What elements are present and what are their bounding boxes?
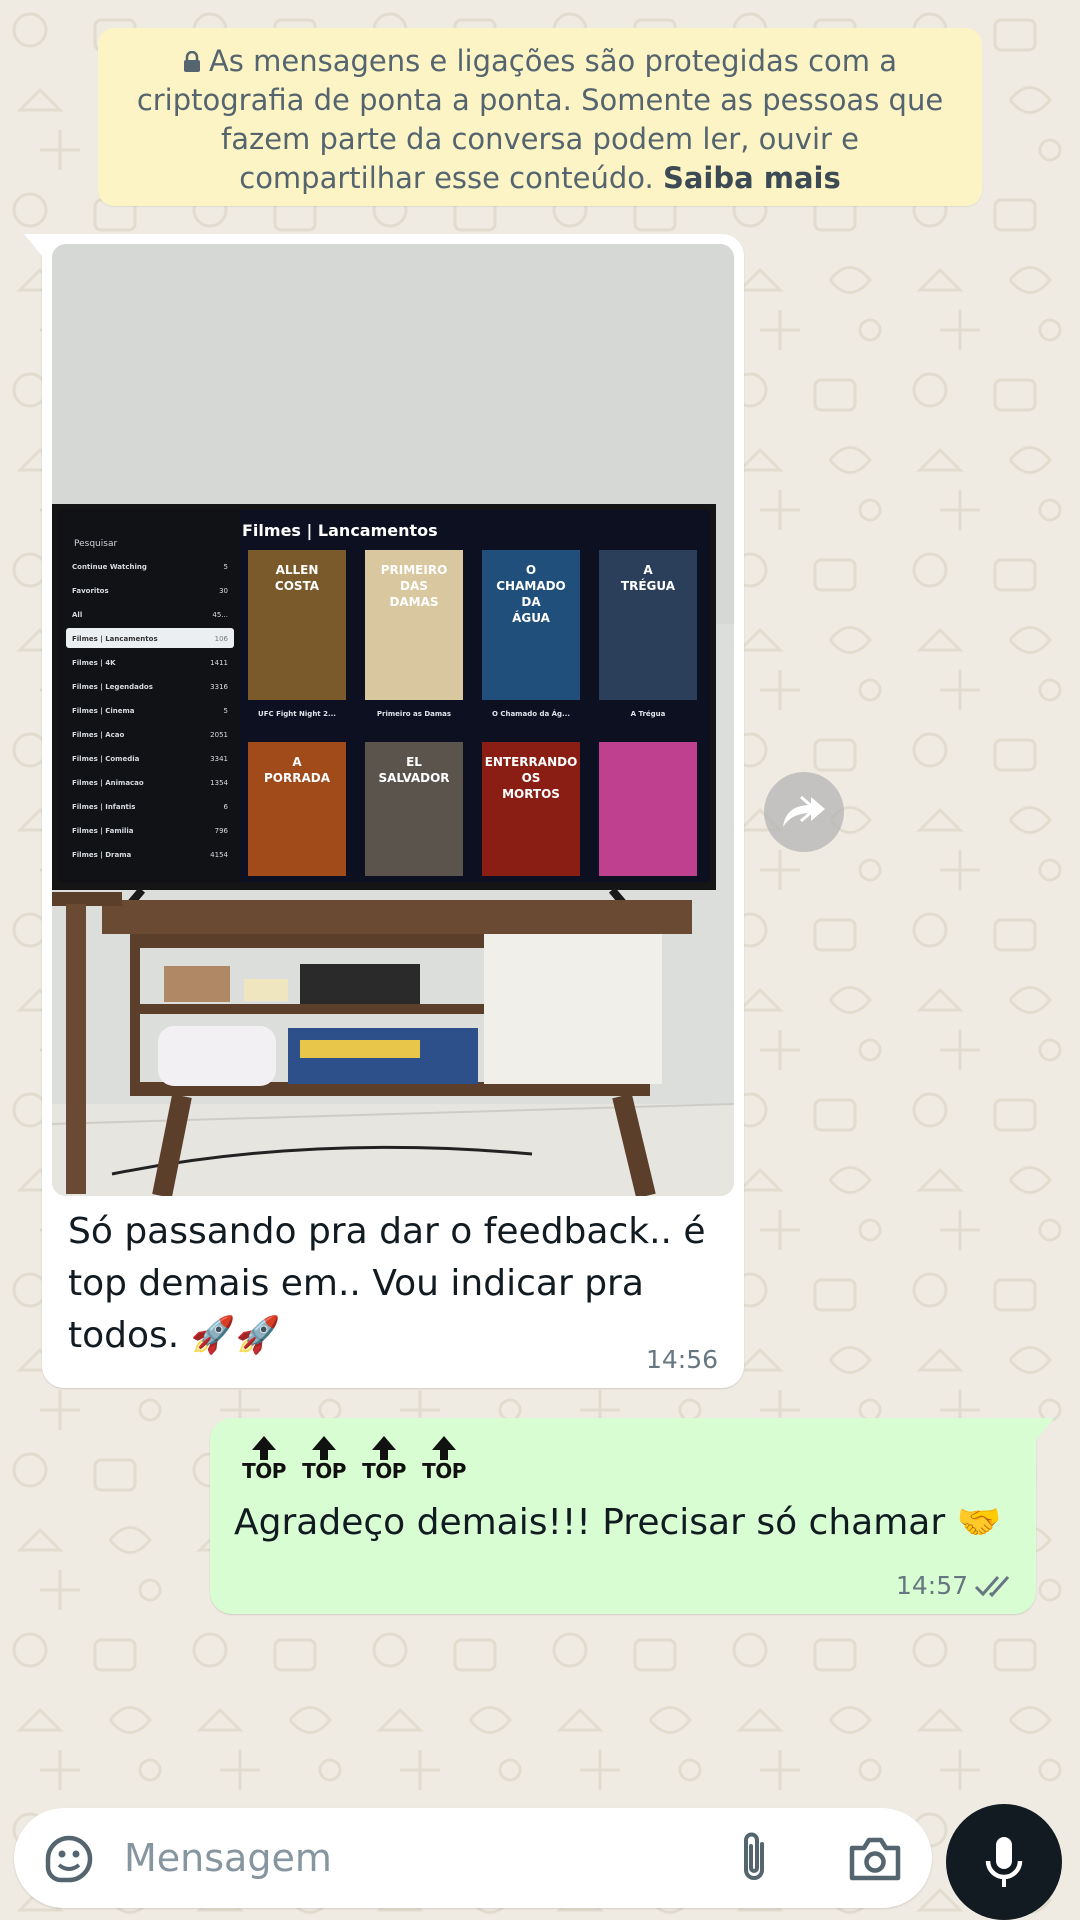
top-emoji: TOP (240, 1432, 288, 1484)
tv-menu-item: Filmes | Familia (72, 827, 134, 836)
tv-poster-title: OS (522, 771, 541, 785)
conversation[interactable]: As mensagens e ligações são protegidas c… (0, 0, 1080, 1920)
incoming-message-text: Só passando pra dar o feedback.. é top d… (68, 1211, 706, 1356)
tv-poster-title: DAS (400, 579, 428, 593)
tv-menu-item: Filmes | Infantis (72, 803, 135, 812)
tv-menu-count: 5 (224, 563, 228, 571)
tv-menu-count: 3341 (210, 755, 228, 763)
tv-menu-count: 2051 (210, 731, 228, 739)
tv-menu-item: Continue Watching (72, 563, 147, 571)
tv-poster-title: ALLEN (276, 563, 319, 577)
tv-poster-title: PRIMEIRO (381, 563, 448, 577)
tv-poster-title: A (292, 755, 302, 769)
tv-menu-count: 4154 (210, 851, 228, 859)
tv-poster-title: O (526, 563, 536, 577)
tv-poster-title: CHAMADO (496, 579, 566, 593)
tv-menu-count: 45... (212, 611, 228, 619)
forward-button[interactable] (764, 772, 844, 852)
tv-menu-count: 1411 (210, 659, 228, 667)
tv-poster-title: ÁGUA (512, 610, 551, 625)
incoming-message[interactable]: Pesquisar Continue Watching 5 Favoritos 30 A… (24, 234, 744, 1388)
outgoing-message-time: 14:57 (895, 1571, 968, 1600)
tv-menu-item: Filmes | Animacao (72, 779, 144, 788)
tv-menu-item: Filmes | 4K (72, 659, 116, 668)
tv-poster-title: A (643, 563, 653, 577)
tv-poster-title: PORRADA (264, 771, 331, 785)
forward-icon (783, 795, 825, 827)
message-photo[interactable]: Pesquisar Continue Watching 5 Favoritos 30 A… (52, 244, 734, 1196)
tv-poster-title: DAMAS (389, 595, 438, 609)
tv-menu-item: Filmes | Drama (72, 851, 131, 860)
top-emoji: TOP (300, 1432, 348, 1484)
tv-poster-title: ENTERRANDO (485, 755, 578, 769)
tv-poster-title: SALVADOR (378, 771, 449, 785)
outgoing-message[interactable]: TOP TOP TOP TOP Agradeço demais!!! Preci… (210, 1418, 1054, 1614)
tv-poster-caption: A Trégua (631, 710, 666, 718)
tv-poster-caption: O Chamado da Ág... (492, 709, 570, 718)
incoming-message-time: 14:56 (645, 1345, 718, 1374)
tv-poster-title: COSTA (275, 579, 320, 593)
tv-poster-title: DA (521, 595, 541, 609)
top-emoji-row: TOP TOP TOP TOP (240, 1432, 468, 1484)
tv-menu-count: 796 (215, 827, 229, 835)
tv-menu-count: 106 (215, 635, 229, 643)
tv-poster-title: EL (406, 755, 422, 769)
tv-menu-count: 5 (224, 707, 228, 715)
outgoing-message-text: Agradeço demais!!! Precisar só chamar 🤝 (234, 1502, 1002, 1543)
tv-photo-illustration: Pesquisar Continue Watching 5 Favoritos 30 A… (52, 244, 734, 1196)
tv-menu-item: Filmes | Legendados (72, 683, 153, 692)
tv-menu-count: 1354 (210, 779, 228, 787)
tv-menu-item: Filmes | Acao (72, 731, 125, 740)
tv-search-label: Pesquisar (74, 539, 117, 549)
tv-menu-item: Filmes | Cinema (72, 707, 135, 716)
tv-poster-title: TRÉGUA (621, 578, 676, 593)
tv-poster (599, 742, 697, 876)
lock-icon (183, 51, 200, 72)
top-emoji: TOP (360, 1432, 408, 1484)
tv-menu-item: All (72, 611, 82, 619)
tv-menu-count: 6 (224, 803, 229, 811)
tv-menu-item: Filmes | Lancamentos (72, 635, 158, 644)
top-emoji: TOP (420, 1432, 468, 1484)
tv-poster-caption: UFC Fight Night 2... (258, 710, 336, 718)
tv-menu-item: Filmes | Comedia (72, 755, 140, 764)
tv-menu-count: 30 (219, 587, 228, 595)
tv-menu-item: Favoritos (72, 587, 109, 595)
tv-header: Filmes | Lancamentos (242, 521, 438, 541)
tv-menu-count: 3316 (210, 683, 228, 691)
tv-poster-title: MORTOS (502, 787, 560, 801)
learn-more-link[interactable]: Saiba mais (663, 161, 841, 195)
encryption-notice[interactable]: As mensagens e ligações são protegidas c… (98, 28, 982, 206)
double-check-icon (974, 1576, 1010, 1598)
tv-poster-caption: Primeiro as Damas (377, 710, 451, 718)
